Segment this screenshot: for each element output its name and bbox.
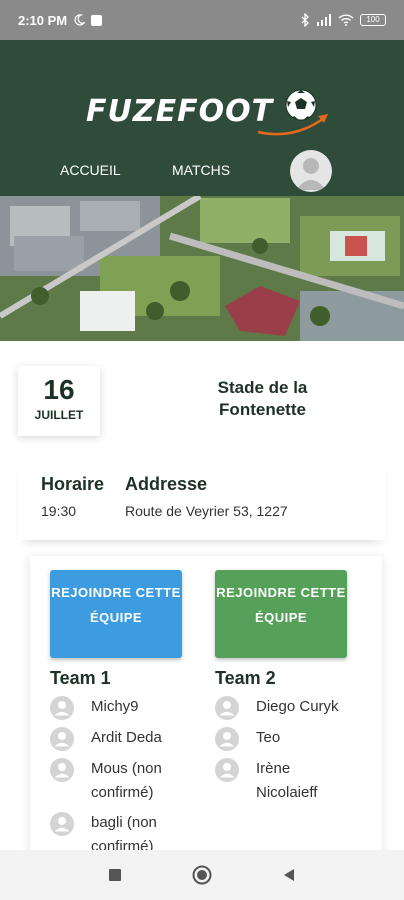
teams-card: REJOINDRE CETTE ÉQUIPE Team 1 Michy9 Ard… [30,556,382,856]
player-item: Irène Nicolaieff [215,757,349,805]
user-icon [50,758,74,782]
team-1-player-list: Michy9 Ardit Deda Mous (non confirmé) ba… [50,695,184,859]
match-month: JUILLET [34,408,84,422]
player-name: Mous (non confirmé) [91,760,162,801]
player-item: Diego Curyk [215,695,349,720]
player-item: Ardit Deda [50,726,184,751]
player-name: Irène Nicolaieff [256,760,318,801]
team-1-column: REJOINDRE CETTE ÉQUIPE Team 1 Michy9 Ard… [50,570,184,865]
team-2-player-list: Diego Curyk Teo Irène Nicolaieff [215,695,349,805]
nav-matches-link[interactable]: MATCHS [172,162,230,178]
home-icon[interactable] [192,865,212,885]
player-item: Teo [215,726,349,751]
moon-icon [74,14,86,26]
address-column: Addresse Route de Veyrier 53, 1227 [125,474,288,519]
notification-icon [91,14,103,26]
player-name: Diego Curyk [256,698,339,715]
join-team-2-button[interactable]: REJOINDRE CETTE ÉQUIPE [215,570,347,658]
time-column: Horaire 19:30 [41,474,104,519]
nav-home-link[interactable]: ACCUEIL [60,162,121,178]
logo-text: FUZEFOOT [86,94,274,129]
recents-icon[interactable] [108,868,122,882]
app-header: FUZEFOOT ACCUEIL MATCHS [0,40,404,196]
status-time: 2:10 PM [18,12,68,28]
stadium-aerial-image [0,196,404,341]
match-info-card: Horaire 19:30 Addresse Route de Veyrier … [18,460,386,540]
signal-icon [317,14,331,26]
wifi-icon [338,14,354,26]
system-nav-bar [0,850,404,900]
time-value: 19:30 [41,503,77,519]
user-icon [50,696,74,720]
profile-avatar[interactable] [290,150,332,192]
player-item: Michy9 [50,695,184,720]
status-bar: 2:10 PM 100 [0,0,404,40]
team-2-column: REJOINDRE CETTE ÉQUIPE Team 2 Diego Cury… [215,570,349,811]
user-icon [215,758,239,782]
user-icon [50,727,74,751]
address-value: Route de Veyrier 53, 1227 [125,503,288,519]
match-date-card: 16 JUILLET [18,366,100,436]
player-name: Ardit Deda [91,729,162,746]
fuzefoot-logo[interactable]: FUZEFOOT [86,88,328,138]
team-1-name: Team 1 [50,668,111,688]
bluetooth-icon [301,13,309,27]
battery-icon: 100 [360,14,386,26]
player-name: Michy9 [91,698,139,715]
address-label: Addresse [125,474,208,494]
time-label: Horaire [41,474,105,494]
player-name: Teo [256,729,281,746]
swoosh-arrow-icon [257,114,328,136]
player-item: Mous (non confirmé) [50,757,184,805]
join-team-1-button[interactable]: REJOINDRE CETTE ÉQUIPE [50,570,182,658]
team-2-name: Team 2 [215,668,276,688]
back-icon[interactable] [282,868,296,882]
stadium-name: Stade de la Fontenette [217,378,308,419]
user-icon [215,727,239,751]
user-icon [50,812,74,836]
match-day: 16 [43,374,75,405]
user-icon [215,696,239,720]
user-icon [296,158,326,190]
